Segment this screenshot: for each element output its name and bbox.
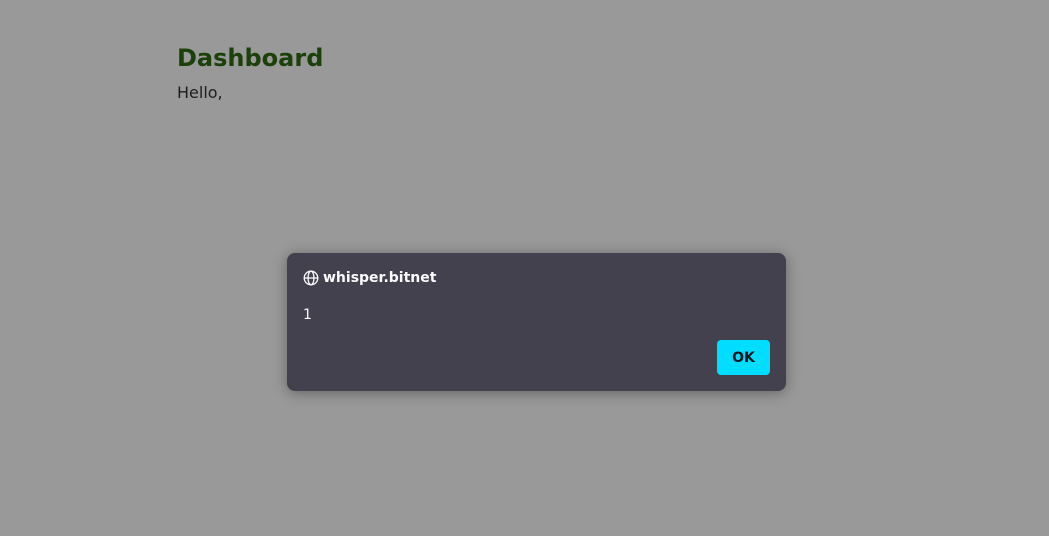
dialog-header: whisper.bitnet [303, 268, 436, 288]
dialog-message: 1 [303, 307, 312, 323]
ok-button[interactable]: OK [717, 340, 770, 375]
globe-icon [303, 270, 319, 286]
dialog-origin: whisper.bitnet [323, 270, 437, 286]
alert-dialog: whisper.bitnet 1 OK [287, 253, 786, 391]
